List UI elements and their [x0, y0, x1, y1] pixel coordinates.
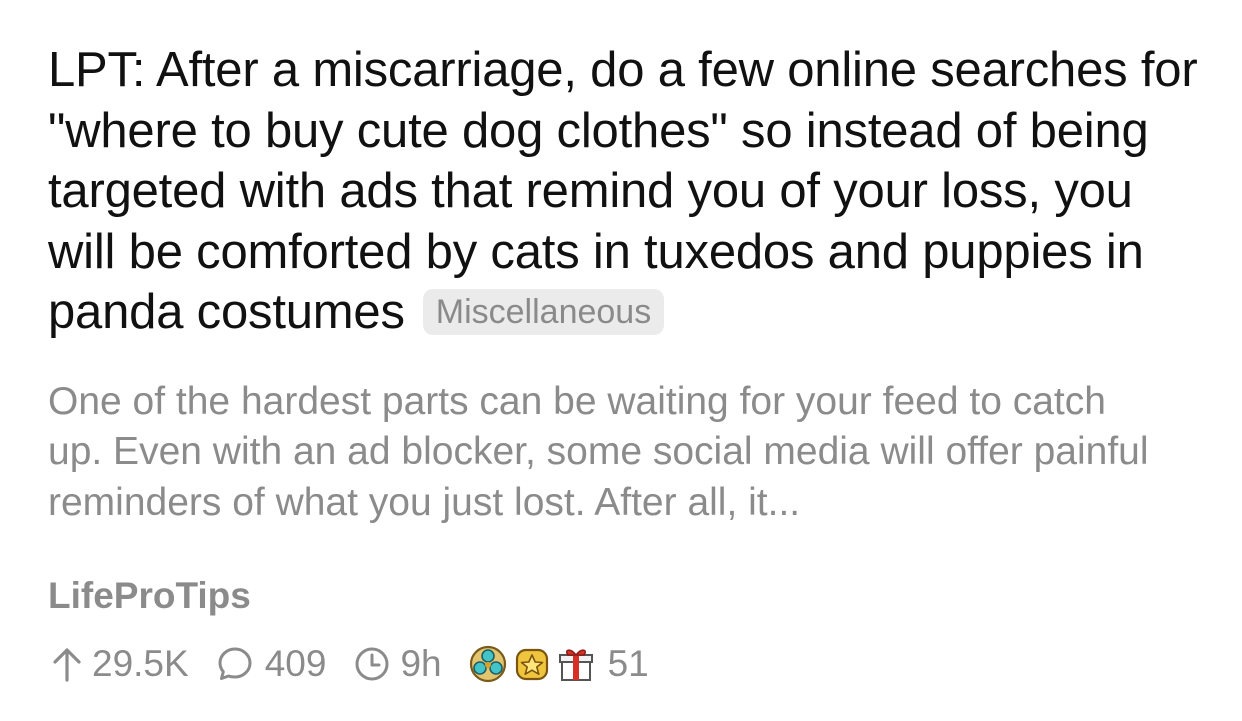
awards-stat[interactable]: 51	[468, 642, 649, 686]
comment-bubble-icon[interactable]	[215, 644, 255, 684]
upvote-count: 29.5K	[92, 643, 189, 684]
arrow-up-icon[interactable]	[48, 644, 86, 684]
comment-stat[interactable]: 409	[215, 642, 327, 686]
gem-award-icon[interactable]	[468, 644, 508, 684]
subreddit-link[interactable]: LifeProTips	[48, 574, 1208, 618]
clock-icon	[352, 644, 392, 684]
gift-award-icon[interactable]	[556, 644, 596, 684]
star-medal-award-icon[interactable]	[512, 644, 552, 684]
post-card[interactable]: LPT: After a miscarriage, do a few onlin…	[48, 40, 1208, 618]
post-age: 9h	[400, 643, 442, 684]
post-meta-bar: 29.5K 409 9h 51	[48, 640, 649, 688]
flair-badge[interactable]: Miscellaneous	[422, 289, 665, 335]
comment-count: 409	[264, 643, 327, 684]
post-title[interactable]: LPT: After a miscarriage, do a few onlin…	[48, 40, 1208, 343]
post-preview-text[interactable]: One of the hardest parts can be waiting …	[48, 377, 1168, 529]
age-stat: 9h	[352, 642, 442, 686]
awards-count: 51	[607, 643, 649, 684]
upvote-stat[interactable]: 29.5K	[48, 642, 189, 686]
